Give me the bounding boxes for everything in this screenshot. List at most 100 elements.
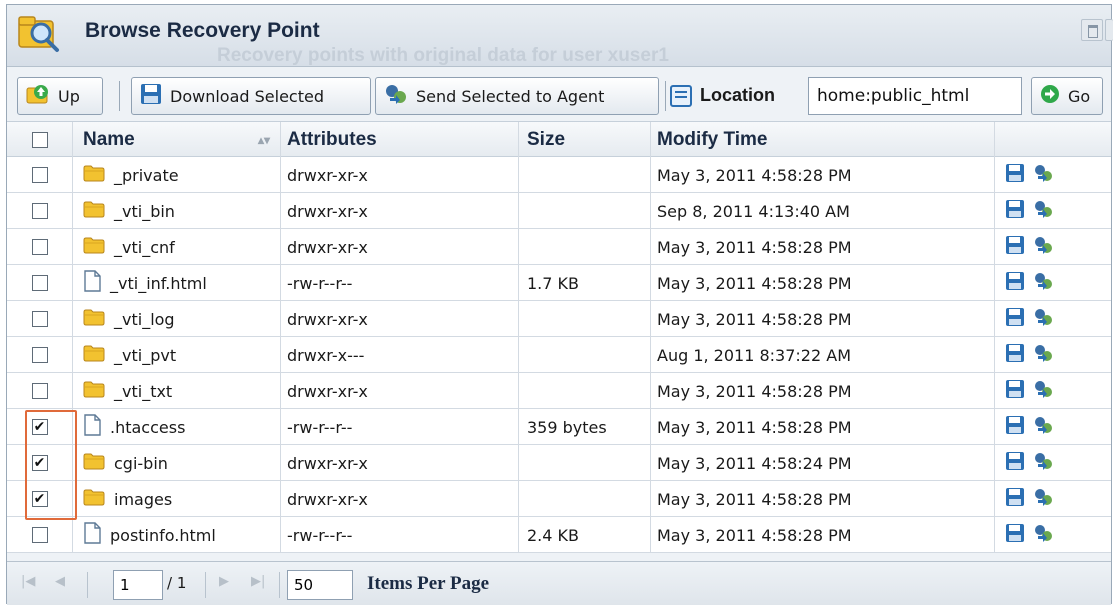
row-checkbox[interactable]: [31, 203, 48, 219]
first-page-icon[interactable]: |◀: [21, 574, 35, 589]
send-to-agent-icon[interactable]: [1033, 523, 1055, 547]
next-page-icon[interactable]: ▶: [219, 574, 229, 589]
name-cell[interactable]: postinfo.html: [73, 517, 281, 553]
row-select-cell: [7, 157, 73, 193]
name-cell[interactable]: _vti_inf.html: [73, 265, 281, 301]
table-row[interactable]: ✔ .htaccess -rw-r--r-- 359 bytes May 3, 2011…: [7, 409, 1111, 445]
table-row[interactable]: ✔ images drwxr-xr-x May 3, 2011 4:58:28 PM: [7, 481, 1111, 517]
send-to-agent-icon[interactable]: [1033, 163, 1055, 187]
download-icon[interactable]: [1005, 415, 1025, 439]
actions-cell: [995, 409, 1111, 445]
actions-cell: [995, 337, 1111, 373]
close-window-button[interactable]: [1105, 19, 1113, 41]
column-header-modify-time[interactable]: Modify Time: [651, 122, 995, 158]
send-to-agent-icon[interactable]: [1033, 343, 1055, 367]
table-row[interactable]: ✔ cgi-bin drwxr-xr-x May 3, 2011 4:58:24 PM: [7, 445, 1111, 481]
name-cell[interactable]: images: [73, 481, 281, 517]
download-icon[interactable]: [1005, 487, 1025, 511]
send-to-agent-icon[interactable]: [1033, 199, 1055, 223]
send-to-agent-icon[interactable]: [1033, 487, 1055, 511]
table-row[interactable]: _vti_txt drwxr-xr-x May 3, 2011 4:58:28 PM: [7, 373, 1111, 409]
download-icon[interactable]: [1005, 235, 1025, 259]
row-checkbox[interactable]: [31, 383, 48, 399]
folder-icon: [83, 452, 105, 474]
prev-page-icon[interactable]: ◀: [55, 574, 65, 589]
name-cell[interactable]: _vti_pvt: [73, 337, 281, 373]
send-selected-to-agent-button[interactable]: Send Selected to Agent: [375, 77, 659, 115]
page-count: / 1: [167, 574, 187, 592]
row-checkbox[interactable]: [31, 311, 48, 327]
table-row[interactable]: _private drwxr-xr-x May 3, 2011 4:58:28 PM: [7, 157, 1111, 193]
attributes-cell: drwxr-xr-x: [281, 193, 519, 229]
send-to-agent-icon[interactable]: [1033, 307, 1055, 331]
file-name: .htaccess: [110, 417, 186, 437]
name-cell[interactable]: .htaccess: [73, 409, 281, 445]
row-checkbox[interactable]: ✔: [31, 419, 48, 435]
row-checkbox[interactable]: [31, 239, 48, 255]
table-row[interactable]: _vti_pvt drwxr-x--- Aug 1, 2011 8:37:22 AM: [7, 337, 1111, 373]
download-selected-button[interactable]: Download Selected: [131, 77, 371, 115]
download-icon[interactable]: [1005, 379, 1025, 403]
row-checkbox[interactable]: ✔: [31, 455, 48, 471]
download-icon[interactable]: [1005, 271, 1025, 295]
download-icon[interactable]: [1005, 199, 1025, 223]
folder-icon: [83, 380, 105, 402]
name-cell[interactable]: _vti_bin: [73, 193, 281, 229]
row-checkbox[interactable]: [31, 275, 48, 291]
name-cell[interactable]: cgi-bin: [73, 445, 281, 481]
location-label: Location: [700, 85, 775, 105]
send-selected-label: Send Selected to Agent: [416, 86, 605, 106]
name-cell[interactable]: _private: [73, 157, 281, 193]
file-name: images: [114, 489, 173, 509]
row-checkbox[interactable]: [31, 347, 48, 363]
row-checkbox[interactable]: [31, 167, 48, 183]
folder-icon: [83, 200, 105, 222]
modify-time-cell: May 3, 2011 4:58:28 PM: [651, 409, 995, 445]
row-checkbox[interactable]: [31, 527, 48, 543]
attributes-cell: -rw-r--r--: [281, 409, 519, 445]
name-cell[interactable]: _vti_txt: [73, 373, 281, 409]
send-to-agent-icon[interactable]: [1033, 271, 1055, 295]
items-per-page-input[interactable]: [287, 570, 353, 600]
name-cell[interactable]: _vti_log: [73, 301, 281, 337]
modify-time-cell: Sep 8, 2011 4:13:40 AM: [651, 193, 995, 229]
sort-icon[interactable]: ▴▾: [258, 133, 270, 147]
folder-icon: [83, 236, 105, 258]
table-row[interactable]: _vti_bin drwxr-xr-x Sep 8, 2011 4:13:40 AM: [7, 193, 1111, 229]
send-to-agent-icon[interactable]: [1033, 379, 1055, 403]
last-page-icon[interactable]: ▶|: [251, 574, 265, 589]
download-icon[interactable]: [1005, 343, 1025, 367]
download-icon[interactable]: [1005, 163, 1025, 187]
ghost-subtitle: Recovery points with original data for u…: [217, 45, 669, 66]
send-to-agent-icon[interactable]: [1033, 415, 1055, 439]
restore-window-button[interactable]: [1081, 19, 1103, 41]
row-checkbox[interactable]: ✔: [31, 491, 48, 507]
column-header-size[interactable]: Size: [519, 122, 651, 158]
attributes-cell: drwxr-xr-x: [281, 445, 519, 481]
folder-icon: [83, 164, 105, 186]
download-icon[interactable]: [1005, 523, 1025, 547]
go-button[interactable]: Go: [1031, 77, 1103, 115]
download-icon[interactable]: [1005, 451, 1025, 475]
actions-cell: [995, 481, 1111, 517]
actions-cell: [995, 193, 1111, 229]
name-cell[interactable]: _vti_cnf: [73, 229, 281, 265]
table-row[interactable]: _vti_inf.html -rw-r--r-- 1.7 KB May 3, 2011…: [7, 265, 1111, 301]
file-name: postinfo.html: [110, 525, 216, 545]
table-row[interactable]: _vti_cnf drwxr-xr-x May 3, 2011 4:58:28 PM: [7, 229, 1111, 265]
location-input[interactable]: [808, 77, 1022, 115]
download-icon[interactable]: [1005, 307, 1025, 331]
table-row[interactable]: _vti_log drwxr-xr-x May 3, 2011 4:58:28 PM: [7, 301, 1111, 337]
column-header-name[interactable]: Name ▴▾: [73, 122, 281, 158]
folder-icon: [83, 488, 105, 510]
up-button[interactable]: Up: [17, 77, 103, 115]
send-to-agent-icon[interactable]: [1033, 451, 1055, 475]
send-to-agent-icon[interactable]: [1033, 235, 1055, 259]
attributes-cell: drwxr-x---: [281, 337, 519, 373]
attributes-cell: drwxr-xr-x: [281, 157, 519, 193]
table-row[interactable]: postinfo.html -rw-r--r-- 2.4 KB May 3, 2011…: [7, 517, 1111, 553]
select-all-checkbox[interactable]: [31, 132, 48, 148]
page-number-input[interactable]: [113, 570, 163, 600]
file-name: _vti_inf.html: [110, 273, 207, 293]
column-header-attributes[interactable]: Attributes: [281, 122, 519, 158]
